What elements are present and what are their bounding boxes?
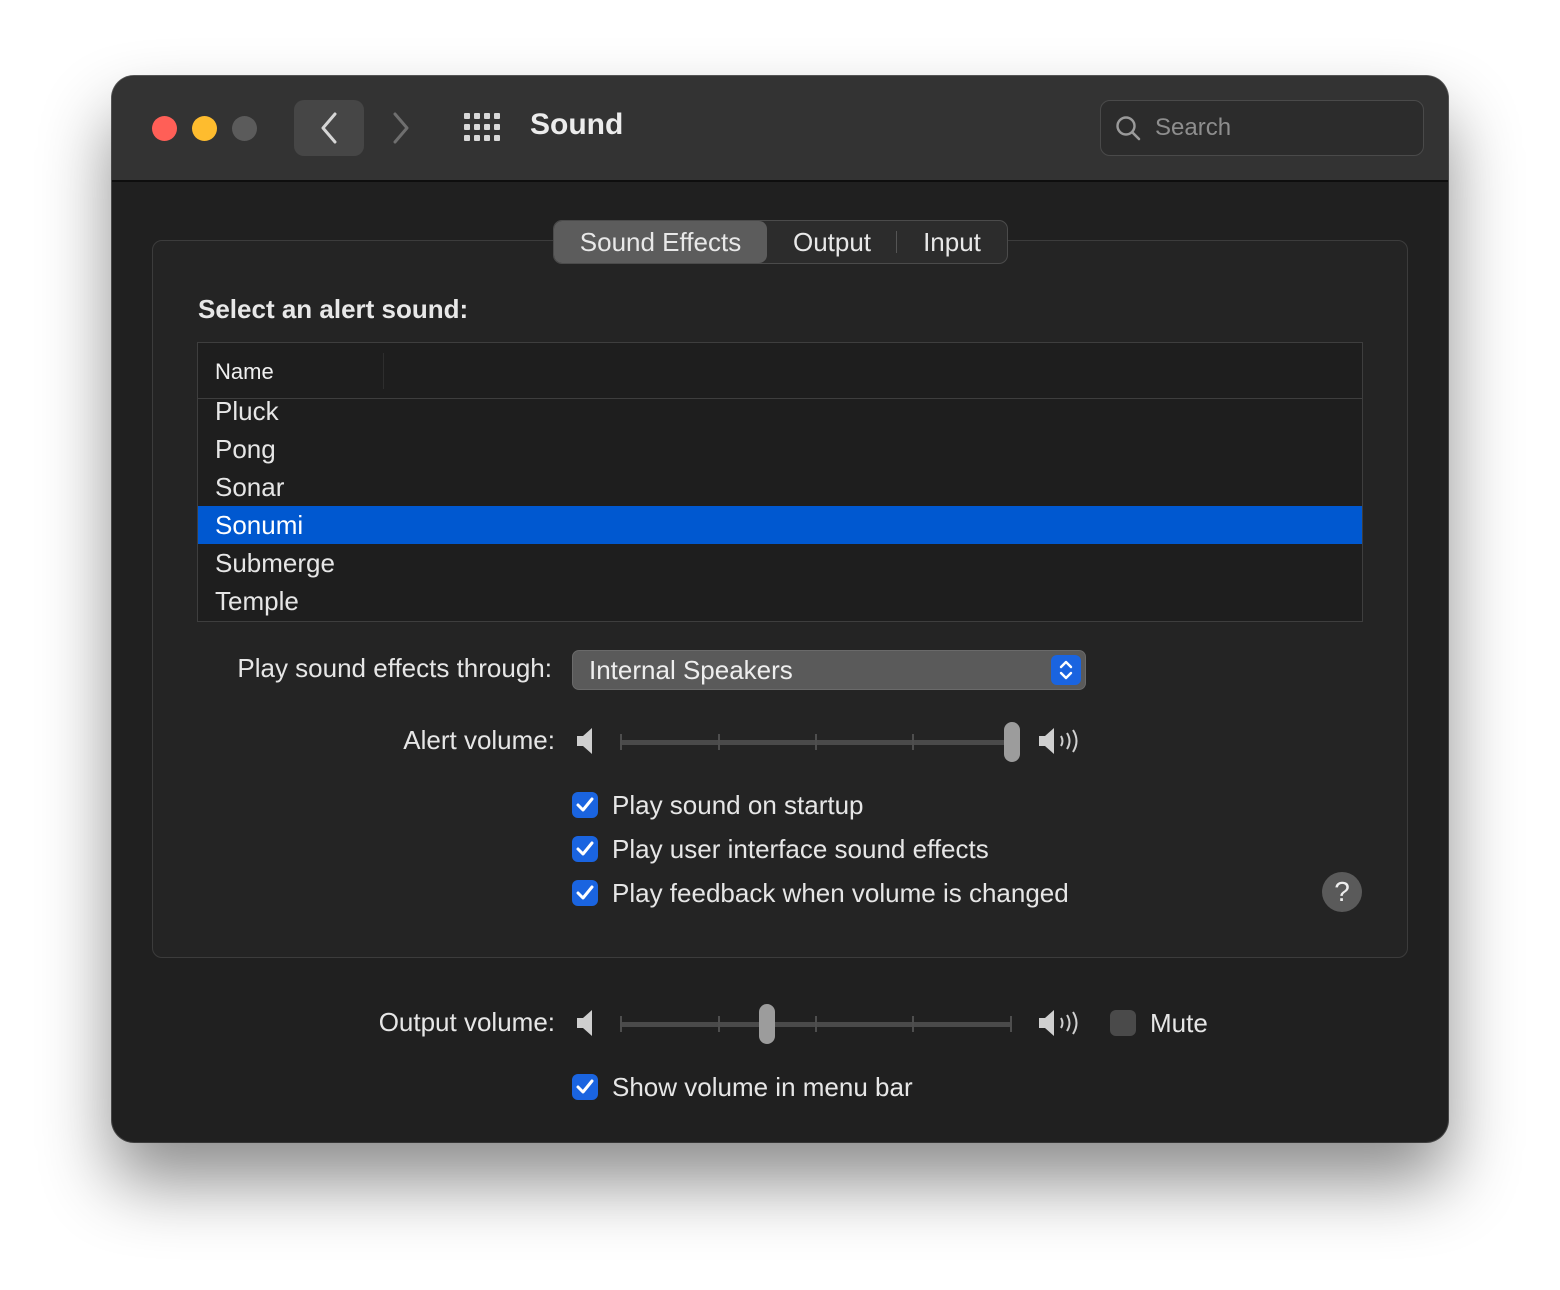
chevron-left-icon [321,112,337,144]
minimize-button[interactable] [192,116,217,141]
chevron-right-icon [393,112,409,144]
forward-button[interactable] [366,100,436,156]
startup-sound-checkbox[interactable]: Play sound on startup [572,790,864,820]
window-title: Sound [530,108,624,141]
checkmark-icon [576,797,594,812]
alert-sound-section-label: Select an alert sound: [198,294,469,324]
checkbox[interactable] [572,1074,598,1100]
sound-preferences-window: Sound Sound Effects Output Input Select … [112,76,1448,1142]
list-item[interactable]: Submerge [198,544,1362,582]
play-through-value: Internal Speakers [589,655,793,685]
slider-tick [620,1016,622,1032]
column-header-name: Name [215,359,274,384]
tab-bar: Sound Effects Output Input [553,220,1008,264]
show-volume-menu-bar-checkbox[interactable]: Show volume in menu bar [572,1072,913,1102]
checkbox-label: Play feedback when volume is changed [612,877,1069,908]
slider-tick [718,1016,720,1032]
slider-tick [912,734,914,750]
close-button[interactable] [152,116,177,141]
show-all-grid-icon[interactable] [464,113,502,141]
speaker-high-icon [1039,728,1078,754]
alert-volume-slider[interactable] [620,722,1020,762]
list-column-header[interactable]: Name [198,343,1362,399]
checkmark-icon [576,1079,594,1094]
alert-volume-label: Alert volume: [403,725,555,755]
slider-tick [815,1016,817,1032]
checkbox-label: Mute [1150,1007,1208,1038]
help-button[interactable]: ? [1322,872,1362,912]
slider-tick [620,734,622,750]
play-through-label: Play sound effects through: [237,653,552,683]
checkbox-label: Play user interface sound effects [612,833,989,864]
checkbox[interactable] [572,792,598,818]
output-volume-slider[interactable] [620,1004,1012,1044]
checkmark-icon [576,841,594,856]
title-bar: Sound [112,76,1448,182]
tab-output[interactable]: Output [767,221,897,263]
slider-knob[interactable] [759,1004,775,1044]
back-button[interactable] [294,100,364,156]
checkbox-label: Show volume in menu bar [612,1071,913,1102]
list-item[interactable]: Temple [198,582,1362,620]
volume-feedback-checkbox[interactable]: Play feedback when volume is changed [572,878,1069,908]
chevron-up-down-icon [1059,660,1073,680]
checkmark-icon [576,885,594,900]
list-item-selected[interactable]: Sonumi [198,506,1362,544]
slider-tick [1010,1016,1012,1032]
search-icon [1116,116,1141,141]
speaker-high-icon [1039,1010,1078,1036]
mute-checkbox[interactable]: Mute [1110,1008,1208,1038]
list-item[interactable]: Pong [198,430,1362,468]
column-divider [383,353,384,389]
search-field[interactable] [1100,100,1424,156]
tab-sound-effects[interactable]: Sound Effects [554,221,767,263]
speaker-low-icon [577,728,592,754]
speaker-low-icon [577,1010,592,1036]
list-item[interactable]: Sonar [198,468,1362,506]
slider-tick [718,734,720,750]
alert-sound-rows: Pluck Pong Sonar Sonumi Submerge Temple [198,392,1362,620]
slider-tick [815,734,817,750]
checkbox[interactable] [572,880,598,906]
ui-sound-effects-checkbox[interactable]: Play user interface sound effects [572,834,989,864]
output-volume-label: Output volume: [378,1007,555,1037]
checkbox[interactable] [1110,1010,1136,1036]
tab-input[interactable]: Input [897,221,1007,263]
slider-knob[interactable] [1004,722,1020,762]
select-stepper [1051,655,1081,685]
checkbox-label: Play sound on startup [612,789,864,820]
play-through-select[interactable]: Internal Speakers [572,650,1086,690]
slider-tick [912,1016,914,1032]
alert-sound-list[interactable]: Pluck Pong Sonar Sonumi Submerge Temple … [197,342,1363,622]
search-input[interactable] [1153,109,1407,147]
zoom-button [232,116,257,141]
checkbox[interactable] [572,836,598,862]
